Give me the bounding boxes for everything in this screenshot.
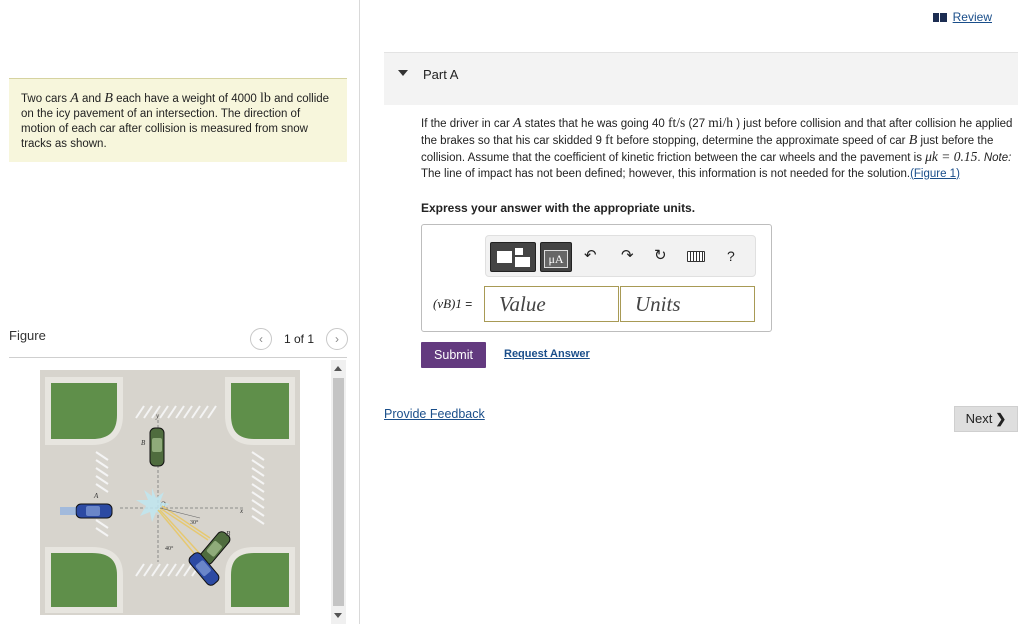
scroll-down-icon[interactable] bbox=[334, 613, 342, 618]
keyboard-icon[interactable] bbox=[687, 251, 705, 262]
chevron-left-icon[interactable]: ‹ bbox=[250, 328, 272, 350]
next-label: Next bbox=[965, 411, 993, 426]
review-link[interactable]: Review bbox=[932, 10, 992, 24]
figure-divider bbox=[9, 357, 347, 358]
part-title: Part A bbox=[423, 67, 459, 82]
unit-lb: lb bbox=[259, 91, 271, 106]
question-text: If the driver in car A states that he wa… bbox=[421, 115, 1013, 182]
provide-feedback-link[interactable]: Provide Feedback bbox=[384, 407, 485, 421]
grass-top-left bbox=[45, 377, 123, 445]
var-b: B bbox=[908, 133, 918, 149]
car-b-after-label: B bbox=[226, 530, 231, 538]
unit-mi-h: mi/h bbox=[708, 115, 734, 130]
figure-scrollbar[interactable] bbox=[331, 360, 346, 624]
scroll-thumb[interactable] bbox=[333, 378, 344, 606]
review-label[interactable]: Review bbox=[953, 10, 992, 24]
redo-icon[interactable]: ↷ bbox=[621, 247, 634, 265]
part-a-header[interactable]: Part A bbox=[384, 53, 1018, 105]
grass-bottom-right bbox=[225, 547, 295, 613]
car-b-before bbox=[149, 427, 165, 467]
reset-icon[interactable]: ↻ bbox=[654, 247, 667, 265]
help-icon[interactable]: ? bbox=[727, 247, 735, 265]
note-label: Note: bbox=[983, 152, 1012, 165]
units-input[interactable]: Units bbox=[620, 286, 755, 322]
units-symbol: μA bbox=[544, 250, 568, 268]
var-b: B bbox=[104, 91, 113, 106]
column-divider bbox=[359, 0, 360, 624]
grass-bottom-left bbox=[45, 547, 123, 613]
request-answer-link[interactable]: Request Answer bbox=[504, 348, 590, 360]
chevron-right-icon[interactable]: › bbox=[326, 328, 349, 350]
problem-statement: Two cars A and B each have a weight of 4… bbox=[9, 78, 347, 162]
answer-instruction: Express your answer with the appropriate… bbox=[421, 201, 696, 215]
equals-sign: = bbox=[461, 297, 473, 311]
car-b-before-label: B bbox=[141, 439, 146, 447]
book-icon bbox=[932, 12, 947, 22]
answer-variable: (vB)1 bbox=[433, 296, 462, 311]
var-a: A bbox=[513, 116, 522, 131]
next-button[interactable]: Next ❯ bbox=[954, 406, 1018, 432]
question-segment: If the driver in car bbox=[421, 118, 514, 130]
figure-nav: ‹ 1 of 1 › bbox=[250, 328, 349, 350]
value-input[interactable]: Value bbox=[484, 286, 619, 322]
angle-30-label: 30° bbox=[190, 519, 199, 526]
grass-top-right bbox=[225, 377, 295, 445]
templates-icon[interactable] bbox=[490, 242, 536, 272]
math-toolbar: μA ↶ ↷ ↻ ? bbox=[485, 235, 756, 277]
intersection-diagram: y x O 30° 40° A B bbox=[40, 370, 300, 615]
figure-link[interactable]: (Figure 1) bbox=[910, 168, 960, 180]
figure-label: Figure bbox=[9, 328, 46, 343]
scroll-up-icon[interactable] bbox=[334, 366, 342, 371]
question-segment: before stopping, determine the approxima… bbox=[613, 135, 909, 148]
angle-40-label: 40° bbox=[165, 545, 174, 552]
chevron-right-icon: ❯ bbox=[995, 411, 1007, 426]
question-segment: states that he was going 40 bbox=[521, 118, 669, 130]
problem-text: Two cars bbox=[21, 93, 71, 105]
unit-ft-s: ft/s bbox=[668, 115, 686, 130]
caret-down-icon[interactable] bbox=[398, 70, 408, 76]
problem-text: each have a weight of 4000 bbox=[112, 93, 260, 105]
figure-count: 1 of 1 bbox=[284, 332, 315, 346]
question-segment: The line of impact has not been defined;… bbox=[421, 167, 911, 180]
car-a-label: A bbox=[93, 492, 99, 500]
problem-pane: Two cars A and B each have a weight of 4… bbox=[0, 0, 360, 624]
problem-text: and bbox=[78, 93, 105, 105]
answer-label: (vB)1 = bbox=[433, 296, 472, 312]
friction-coefficient: μk = 0.15 bbox=[925, 149, 978, 165]
question-segment: (27 bbox=[685, 118, 709, 130]
answer-panel: μA ↶ ↷ ↻ ? (vB)1 = Value Units bbox=[421, 224, 772, 332]
units-button[interactable]: μA bbox=[540, 242, 572, 272]
figure-diagram: y x O 30° 40° A B bbox=[40, 370, 300, 615]
undo-icon[interactable]: ↶ bbox=[584, 247, 597, 265]
var-a: A bbox=[70, 91, 79, 106]
submit-button[interactable]: Submit bbox=[421, 342, 486, 368]
